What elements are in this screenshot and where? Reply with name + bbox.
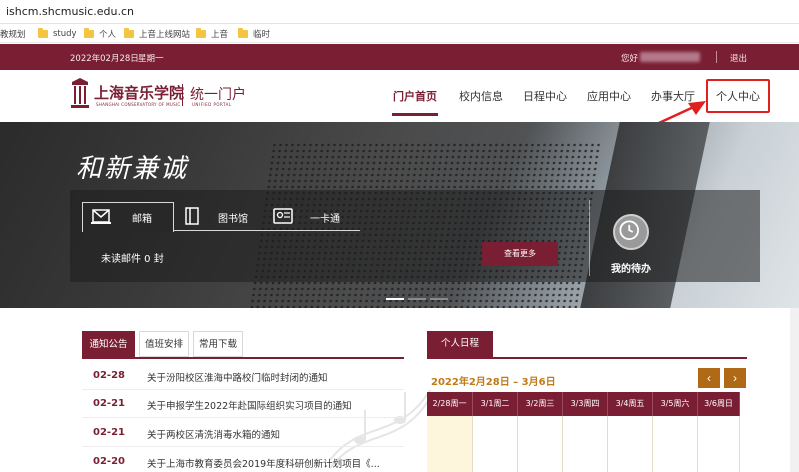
- prev-week-button[interactable]: ‹: [698, 368, 720, 388]
- clock-icon[interactable]: [613, 214, 649, 250]
- bookmark-item[interactable]: 上音: [196, 27, 228, 40]
- highlight-box: [706, 79, 770, 113]
- notice-title[interactable]: 关于汾阳校区淮海中路校门临时封闭的通知: [147, 370, 328, 384]
- bookmark-item[interactable]: 个人: [84, 27, 116, 40]
- view-more-button[interactable]: 查看更多: [482, 242, 558, 266]
- nav-campus-info[interactable]: 校内信息: [459, 88, 503, 104]
- day-header: 3/1周二: [473, 392, 518, 416]
- divider: [716, 51, 717, 63]
- tab-library[interactable]: 图书馆: [218, 210, 248, 225]
- bookmark-item[interactable]: 临时: [238, 27, 270, 40]
- school-name-en: SHANGHAI CONSERVATORY OF MUSIC: [96, 102, 181, 107]
- notice-title[interactable]: 关于上海市教育委员会2019年度科研创新计划项目《...: [147, 456, 380, 470]
- bookmark-item[interactable]: 教规划: [0, 27, 26, 40]
- carousel-dot-active[interactable]: [386, 298, 404, 300]
- current-date: 2022年02月28日: [70, 54, 139, 64]
- nav-active-indicator: [392, 113, 438, 116]
- folder-icon: [124, 27, 134, 38]
- tab-downloads[interactable]: 常用下载: [193, 331, 243, 357]
- tab-underline: [174, 230, 360, 231]
- tab-duty-schedule[interactable]: 值班安排: [139, 331, 189, 357]
- id-card-icon: [273, 208, 293, 224]
- day-header: 3/2周三: [518, 392, 563, 416]
- day-header: 3/5周六: [653, 392, 698, 416]
- carousel-dot[interactable]: [430, 298, 448, 300]
- day-header: 3/6周日: [698, 392, 740, 416]
- portal-name: 统一门户: [190, 87, 246, 103]
- next-week-button[interactable]: ›: [724, 368, 746, 388]
- unread-mail-count: 未读邮件 0 封: [101, 254, 164, 265]
- notice-date: 02-28: [93, 370, 125, 381]
- banner-slogan: 和新兼诚: [76, 154, 189, 184]
- logo-divider: [182, 84, 183, 106]
- day-cell[interactable]: [698, 416, 740, 472]
- notice-divider: [82, 417, 404, 418]
- folder-icon: [196, 27, 206, 38]
- clock-glyph: [619, 220, 639, 240]
- url-text[interactable]: ishcm.shcmusic.edu.cn: [6, 5, 134, 18]
- bookmark-item[interactable]: study: [38, 27, 77, 40]
- tab-mail[interactable]: 邮箱: [132, 210, 152, 225]
- notices-underline: [82, 357, 404, 359]
- redacted-username: [640, 52, 700, 62]
- bookmarks-bar: 教规划 study 个人 上音上线网站 上音 临时: [0, 24, 799, 43]
- page-scrollbar[interactable]: [790, 308, 799, 472]
- day-header: 3/3周四: [563, 392, 608, 416]
- day-cell[interactable]: [473, 416, 518, 472]
- notice-date: 02-21: [93, 398, 125, 409]
- day-header: 2/28周一: [427, 392, 473, 416]
- day-header: 3/4周五: [608, 392, 653, 416]
- current-weekday: 星期一: [138, 54, 164, 64]
- bookmark-item[interactable]: 上音上线网站: [124, 27, 190, 40]
- folder-icon: [84, 27, 94, 38]
- nav-schedule-center[interactable]: 日程中心: [523, 88, 567, 104]
- nav-home[interactable]: 门户首页: [393, 88, 437, 104]
- browser-address-bar[interactable]: ishcm.shcmusic.edu.cn: [0, 0, 799, 24]
- notice-date: 02-21: [93, 427, 125, 438]
- greeting-text: 您好: [621, 54, 639, 64]
- my-todo-label[interactable]: 我的待办: [611, 260, 651, 275]
- library-icon: [185, 207, 199, 225]
- day-cell[interactable]: [653, 416, 698, 472]
- notice-date: 02-20: [93, 456, 125, 467]
- panel-divider: [589, 200, 590, 276]
- notice-title[interactable]: 关于申报学生2022年赴国际组织实习项目的通知: [147, 398, 352, 412]
- day-cell[interactable]: [518, 416, 563, 472]
- mail-icon: [91, 209, 111, 224]
- day-cell[interactable]: [563, 416, 608, 472]
- tab-campus-card[interactable]: 一卡通: [310, 210, 340, 225]
- school-logo-icon: [71, 78, 89, 108]
- schedule-underline: [427, 357, 747, 359]
- top-info-bar: 2022年02月28日 星期一 您好 退出: [0, 44, 799, 70]
- tab-notices[interactable]: 通知公告: [82, 331, 135, 357]
- portal-name-en: UNIFIED PORTAL: [192, 102, 232, 107]
- carousel-dot[interactable]: [408, 298, 426, 300]
- folder-icon: [38, 27, 48, 38]
- school-name-logo: 上海音乐学院: [94, 84, 185, 102]
- day-cell-today[interactable]: [427, 416, 473, 472]
- notice-divider: [82, 389, 404, 390]
- folder-icon: [238, 27, 248, 38]
- notice-divider: [82, 446, 404, 447]
- tab-personal-schedule[interactable]: 个人日程: [427, 331, 493, 357]
- day-cell[interactable]: [608, 416, 653, 472]
- logout-link[interactable]: 退出: [730, 52, 747, 64]
- schedule-date-range: 2022年2月28日 – 3月6日: [431, 377, 556, 388]
- notice-title[interactable]: 关于两校区清洗消毒水箱的通知: [147, 427, 280, 441]
